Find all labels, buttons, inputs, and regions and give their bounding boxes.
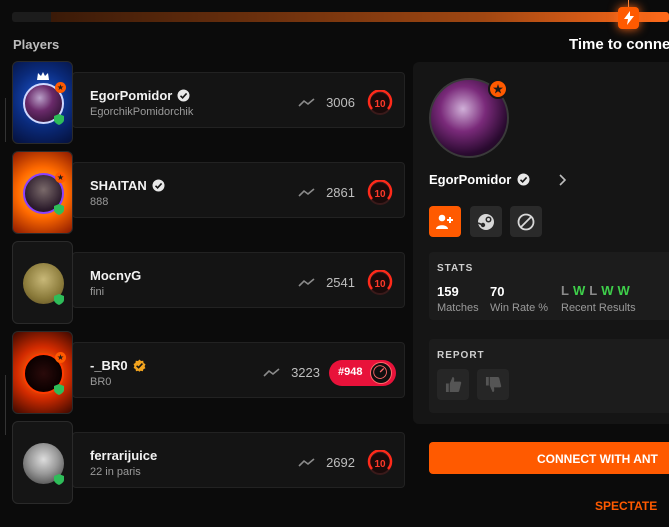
player-avatar-frame[interactable]: ★	[12, 151, 73, 234]
player-row[interactable]: ★ SHAITAN 888 2861 10	[12, 151, 405, 234]
player-avatar-frame[interactable]: ★	[12, 331, 73, 414]
star-badge-icon: ★	[55, 82, 66, 93]
level-badge: 10	[367, 450, 393, 475]
add-friend-button[interactable]	[429, 206, 461, 237]
report-heading: REPORT	[437, 350, 485, 361]
winrate-value: 70	[490, 284, 505, 299]
star-badge-icon: ★	[55, 172, 66, 183]
chevron-right-icon[interactable]	[557, 173, 567, 187]
shield-icon	[54, 474, 64, 485]
matches-value: 159	[437, 284, 459, 299]
result-letter: L	[561, 283, 570, 298]
time-to-connect-heading: Time to conne	[569, 36, 669, 53]
winrate-label: Win Rate %	[490, 302, 549, 314]
player-name[interactable]: MocnyG	[90, 268, 141, 283]
elo-value: 2861	[326, 185, 355, 200]
player-nickname: EgorchikPomidorchik	[90, 106, 194, 118]
player-row[interactable]: ★ EgorPomidor EgorchikPomidorchik 3006 1…	[12, 61, 405, 144]
trend-icon	[263, 368, 280, 377]
level-text: 10	[374, 279, 386, 290]
result-letter: W	[617, 283, 631, 298]
speedometer-icon	[370, 362, 392, 384]
level-text: 10	[374, 459, 386, 470]
player-row[interactable]: MocnyG fini 2541 10	[12, 241, 405, 324]
player-nickname: 22 in paris	[90, 466, 141, 478]
steam-icon	[477, 213, 494, 230]
connect-button[interactable]: CONNECT WITH ANT	[429, 442, 669, 474]
player-row[interactable]: ferrarijuice 22 in paris 2692 10	[12, 421, 405, 504]
result-letter: L	[589, 283, 599, 298]
player-name[interactable]: SHAITAN	[90, 178, 165, 193]
elo-value: 2692	[326, 455, 355, 470]
verified-check-icon	[517, 173, 530, 186]
spectate-link[interactable]: SPECTATE	[595, 499, 657, 513]
report-section: REPORT	[429, 339, 669, 413]
result-letter: W	[572, 283, 587, 298]
rank-pill-text: #948	[338, 366, 363, 378]
player-row[interactable]: ★ -_BR0 BR0 3223 #948	[12, 331, 405, 414]
player-name[interactable]: EgorPomidor	[90, 88, 190, 103]
shield-icon	[54, 204, 64, 215]
steam-button[interactable]	[470, 206, 502, 237]
shield-icon	[54, 384, 64, 395]
stats-heading: STATS	[437, 263, 474, 274]
shield-icon	[54, 114, 64, 125]
profile-name[interactable]: EgorPomidor	[429, 172, 530, 187]
star-badge-icon	[488, 79, 508, 99]
verified-check-icon	[177, 89, 190, 102]
player-nickname: 888	[90, 196, 109, 208]
recent-results: LWLWW	[561, 283, 634, 298]
level-badge: 10	[367, 90, 393, 115]
connect-button-label: CONNECT WITH ANT	[537, 452, 658, 466]
level-text: 10	[374, 99, 386, 110]
lightning-icon	[618, 7, 639, 29]
matches-label: Matches	[437, 302, 479, 314]
player-avatar-frame[interactable]	[12, 241, 73, 324]
thumbs-down-button[interactable]	[477, 369, 509, 400]
elo-value: 3223	[291, 365, 320, 380]
stats-section: STATS 159 Matches 70 Win Rate % LWLWW Re…	[429, 252, 669, 320]
level-badge: 10	[367, 180, 393, 205]
player-avatar-frame[interactable]: ★	[12, 61, 73, 144]
player-name[interactable]: -_BR0	[90, 358, 146, 373]
shield-icon	[54, 294, 64, 305]
connect-progress-bar	[12, 12, 669, 22]
divider	[5, 375, 6, 435]
thumbs-up-icon	[445, 376, 461, 393]
progress-fill	[51, 12, 669, 22]
verified-check-icon	[152, 179, 165, 192]
elo-value: 2541	[326, 275, 355, 290]
player-avatar-frame[interactable]	[12, 421, 73, 504]
trend-icon	[298, 98, 315, 107]
player-nickname: fini	[90, 286, 105, 298]
thumbs-down-icon	[485, 376, 501, 393]
thumbs-up-button[interactable]	[437, 369, 469, 400]
elo-value: 3006	[326, 95, 355, 110]
recent-results-label: Recent Results	[561, 302, 636, 314]
level-text: 10	[374, 189, 386, 200]
divider	[5, 98, 6, 142]
result-letter: W	[601, 283, 615, 298]
player-name[interactable]: ferrarijuice	[90, 448, 157, 463]
star-badge-icon: ★	[55, 352, 66, 363]
trend-icon	[298, 278, 315, 287]
trend-icon	[298, 188, 315, 197]
rank-pill: #948	[329, 360, 396, 386]
add-friend-icon	[436, 214, 453, 229]
level-badge: 10	[367, 270, 393, 295]
players-heading: Players	[13, 37, 60, 52]
player-nickname: BR0	[90, 376, 112, 388]
verified-check-icon	[133, 359, 146, 372]
block-icon	[517, 213, 535, 230]
crown-icon	[37, 72, 49, 80]
block-button[interactable]	[510, 206, 542, 237]
profile-panel: EgorPomidor STATS 159 Matches 70 Win Rat…	[413, 62, 669, 424]
trend-icon	[298, 458, 315, 467]
